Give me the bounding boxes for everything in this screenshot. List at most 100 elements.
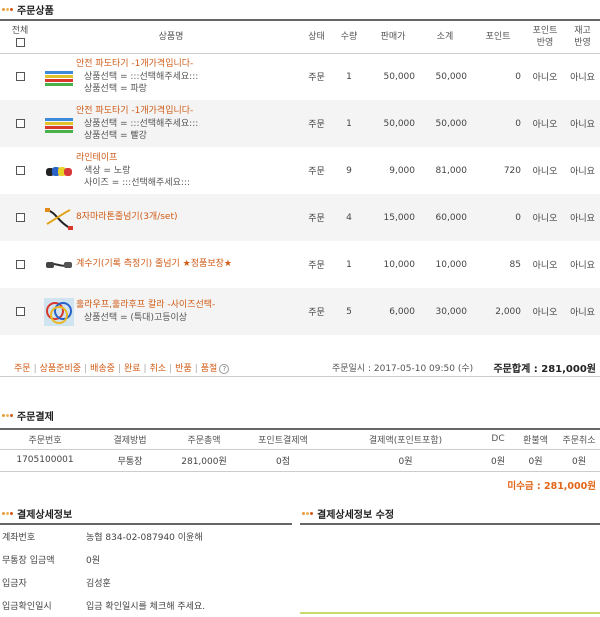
section-title-text: 주문결제 [17, 411, 54, 423]
section-title-detail-edit: 결제상세정보 수정 [302, 506, 394, 521]
pay-header-dc: DC [483, 428, 513, 450]
section-title-text: 주문상품 [17, 5, 54, 17]
product-option: 사이즈 = :::선택해주세요::: [84, 178, 190, 188]
row-checkbox[interactable] [15, 212, 25, 222]
price-cell: 50,000 [383, 71, 416, 82]
row-checkbox[interactable] [15, 165, 25, 175]
payment-detail-edit-panel [300, 523, 600, 614]
status-links-bar: 주문 | 상품준비중 | 배송중 | 완료 | 취소 | 반품 | 품절? 주문일시 : 2017-05… [0, 357, 600, 377]
pay-header-point-pay: 포인트결제액 [238, 428, 328, 450]
product-name-link[interactable]: 라인테이프 [76, 152, 190, 165]
price-cell: 10,000 [383, 259, 416, 270]
status-link-cancel[interactable]: 취소 [150, 364, 167, 374]
pay-method: 무통장 [90, 449, 170, 472]
product-name-link[interactable]: 8자마라톤줄넘기(3개/set) [76, 211, 178, 224]
product-name-link[interactable]: 계수기(기록 측정기) 줄넘기 ★정품보장★ [76, 258, 232, 271]
detail-value: 0원 [86, 556, 101, 566]
price-cell: 15,000 [367, 194, 419, 241]
status-link-preparing[interactable]: 상품준비중 [40, 364, 81, 374]
status-cell: 주문 [308, 261, 325, 271]
pay-header-cancel: 주문취소 [558, 428, 600, 450]
point-cell: 2,000 [471, 288, 525, 335]
point-applied-cell: 아니오 [525, 288, 565, 335]
header-point-applied: 포인트 반영 [525, 19, 565, 54]
header-product: 상품명 [40, 19, 302, 54]
stock-applied-cell: 아니요 [565, 194, 600, 241]
table-row: 안전 파도타기 -1개가격입니다- 상품선택 = :::선택해주세요::: 상품… [0, 100, 600, 147]
subtotal-cell: 50,000 [435, 71, 468, 82]
point-cell: 720 [503, 165, 521, 176]
status-cell: 주문 [302, 100, 331, 147]
table-row: 안전 파도타기 -1개가격입니다- 상품선택 = :::선택해주세요::: 상품… [0, 53, 600, 100]
row-checkbox[interactable] [15, 306, 25, 316]
product-name-link[interactable]: 안전 파도타기 -1개가격입니다- [76, 105, 198, 118]
section-title-order-items: 주문상품 [2, 2, 54, 17]
pay-total: 281,000원 [170, 449, 238, 472]
status-cell: 주문 [302, 194, 331, 241]
detail-row-confirm: 입금확인일시 입금 확인일시를 체크해 주세요. [0, 594, 292, 617]
pay-header-total: 주문총액 [170, 428, 238, 450]
subtotal-cell: 30,000 [419, 288, 471, 335]
order-total: 주문합계 : 281,000원 [493, 364, 596, 375]
payment-detail-panel: 계좌번호 농협 834-02-087940 이윤해 무통장 입금액 0원 입금자 김성… [0, 523, 292, 617]
status-link-soldout[interactable]: 품절 [201, 364, 218, 374]
pay-header-order-no: 주문번호 [0, 428, 90, 450]
status-link-return[interactable]: 반품 [175, 364, 192, 374]
header-stock-applied: 재고 반영 [565, 19, 600, 54]
bullet-dots-icon [302, 511, 313, 515]
product-option: 상품선택 = 빨강 [84, 131, 147, 141]
status-cell: 주문 [308, 167, 325, 177]
subtotal-cell: 10,000 [435, 259, 468, 270]
product-option: 상품선택 = :::선택해주세요::: [84, 72, 199, 83]
stock-applied-cell: 아니요 [565, 288, 600, 335]
counter-rope-icon [46, 261, 72, 268]
point-cell: 0 [471, 194, 525, 241]
product-option: 색상 = 노랑 [84, 166, 131, 176]
table-row: 1705100001 무통장 281,000원 0점 0원 0원 0원 0원 [0, 449, 600, 472]
product-name-link[interactable]: 훌라우프,훌라후프 칼라 -사이즈선택- [76, 299, 215, 312]
stock-applied-cell: 아니요 [570, 167, 595, 177]
point-cell: 0 [471, 100, 525, 147]
bullet-dots-icon [2, 7, 13, 11]
price-cell: 6,000 [367, 288, 419, 335]
status-cell: 주문 [308, 73, 325, 84]
table-row: 계수기(기록 측정기) 줄넘기 ★정품보장★ 주문 1 10,000 10,00… [0, 241, 600, 288]
stock-applied-cell: 아니요 [570, 73, 595, 84]
unpaid-amount: 미수금 : 281,000원 [507, 481, 596, 492]
pay-amount: 0원 [328, 449, 483, 472]
order-items-table-wrap: 전체 상품명 상태 수량 판매가 소계 포인트 포인트 반영 재고 반영 안전 파도… [0, 19, 600, 335]
point-applied-cell: 아니오 [525, 100, 565, 147]
subtotal-cell: 60,000 [419, 194, 471, 241]
pay-cancel: 0원 [558, 449, 600, 472]
jump-rope-bundle-icon [45, 117, 73, 133]
point-cell: 0 [515, 71, 521, 82]
subtotal-cell: 81,000 [435, 165, 468, 176]
product-option: 상품선택 = 파랑 [84, 84, 147, 95]
pay-refund: 0원 [513, 449, 558, 472]
pay-dc: 0원 [483, 449, 513, 472]
help-icon[interactable]: ? [219, 363, 230, 374]
point-cell: 85 [509, 259, 521, 270]
qty-cell: 9 [346, 165, 352, 176]
table-row: 훌라우프,훌라후프 칼라 -사이즈선택- 상품선택 = (특대)고등이상 주문 … [0, 288, 600, 335]
detail-row-depositor: 입금자 김성훈 [0, 571, 292, 594]
row-checkbox[interactable] [15, 71, 25, 81]
status-link-complete[interactable]: 완료 [124, 364, 141, 374]
detail-label: 입금확인일시 [2, 602, 52, 612]
status-link-order[interactable]: 주문 [14, 364, 31, 374]
order-items-table: 전체 상품명 상태 수량 판매가 소계 포인트 포인트 반영 재고 반영 안전 파도… [0, 19, 600, 335]
status-link-shipping[interactable]: 배송중 [90, 364, 115, 374]
product-name-link[interactable]: 안전 파도타기 -1개가격입니다- [76, 58, 198, 71]
detail-label: 무통장 입금액 [2, 556, 55, 566]
row-checkbox[interactable] [15, 118, 25, 128]
row-checkbox[interactable] [15, 259, 25, 269]
qty-cell: 1 [346, 71, 352, 82]
subtotal-cell: 50,000 [419, 100, 471, 147]
qty-cell: 5 [331, 288, 367, 335]
point-applied-cell: 아니오 [532, 73, 558, 84]
section-title-detail: 결제상세정보 [2, 506, 72, 521]
detail-label: 입금자 [2, 579, 27, 589]
bullet-dots-icon [2, 511, 13, 515]
select-all-checkbox[interactable] [15, 37, 25, 47]
point-applied-cell: 아니오 [532, 261, 558, 271]
